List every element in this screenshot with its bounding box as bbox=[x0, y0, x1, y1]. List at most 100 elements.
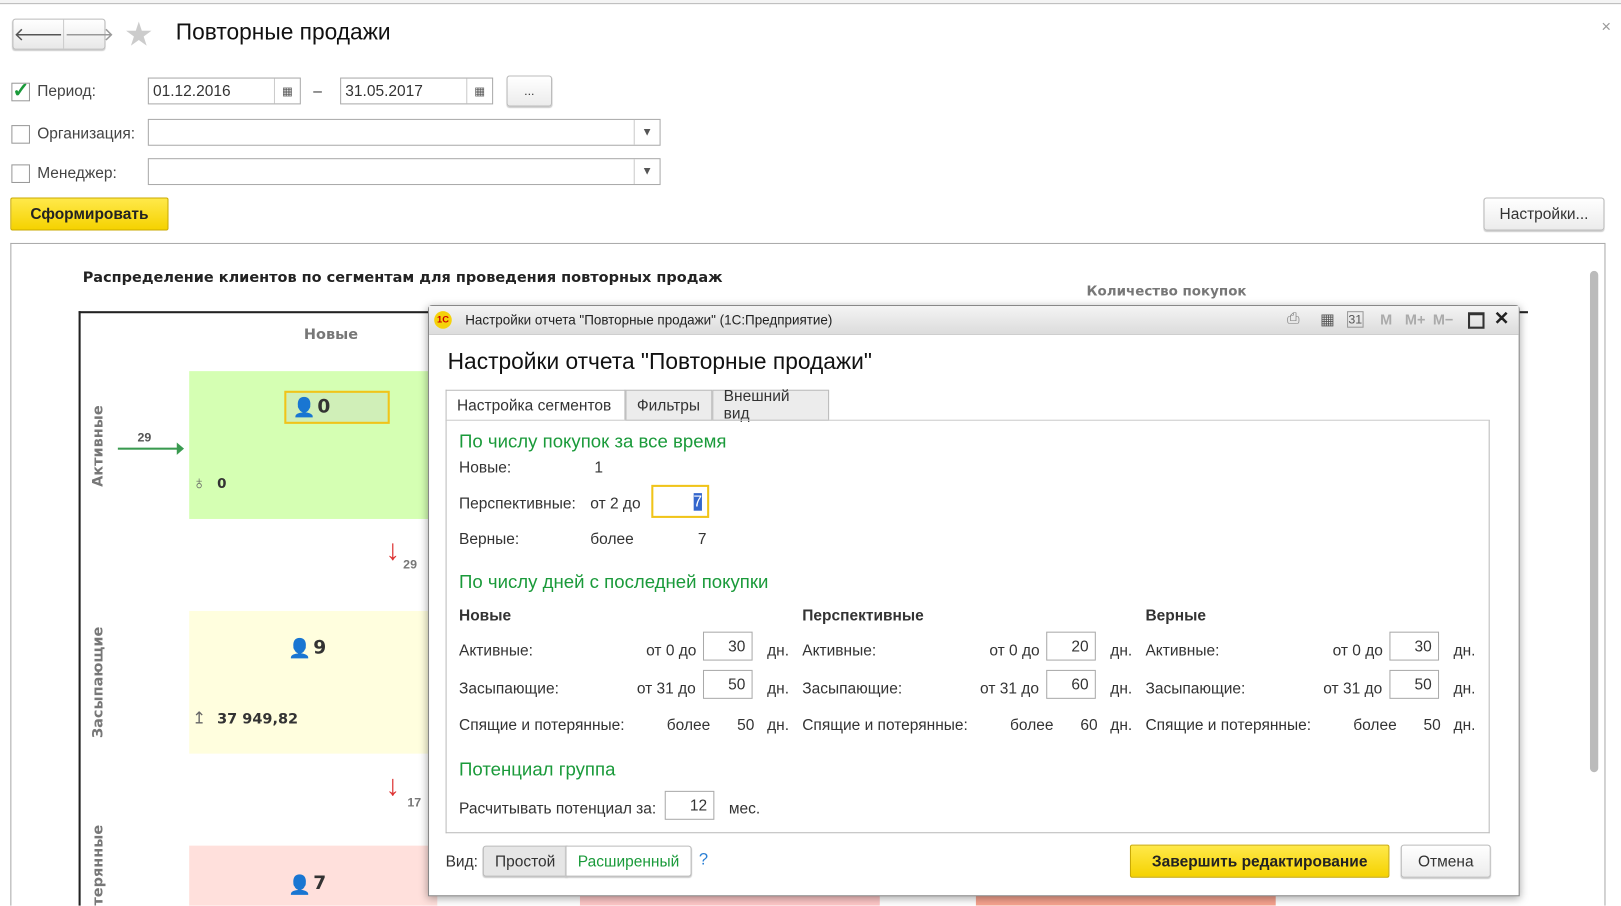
sleeping-clients-count: 9 bbox=[313, 636, 327, 659]
close-icon[interactable]: ✕ bbox=[1494, 308, 1510, 330]
active-from: от 0 до bbox=[1332, 641, 1383, 660]
chevron-down-icon[interactable]: ▼ bbox=[633, 119, 660, 145]
generate-button[interactable]: Сформировать bbox=[10, 197, 169, 231]
dialog-titlebar: 1С Настройки отчета "Повторные продажи" … bbox=[429, 306, 1519, 335]
sleep-from: от 31 до bbox=[980, 680, 1039, 698]
unit: дн. bbox=[767, 641, 790, 660]
view-label: Вид: bbox=[445, 852, 478, 871]
row-active-label: Активные bbox=[89, 405, 107, 487]
cancel-button[interactable]: Отмена bbox=[1400, 844, 1491, 878]
persp-input[interactable]: 7 bbox=[651, 484, 710, 518]
cell-lost-2 bbox=[579, 895, 880, 906]
persp-label: Перспективные: bbox=[459, 495, 576, 513]
view-extended-button[interactable]: Расширенный bbox=[565, 845, 692, 877]
view-simple-button[interactable]: Простой bbox=[482, 845, 568, 877]
new-label: Новые: bbox=[459, 459, 512, 477]
cell-new-lost[interactable]: 👤 7 bbox=[189, 845, 438, 906]
person-icon: 👤 bbox=[292, 396, 316, 418]
purchases-count-label: Количество покупок bbox=[1086, 284, 1247, 300]
row-sleeping-label: Засыпающие bbox=[89, 626, 107, 739]
favorite-star-icon[interactable]: ★ bbox=[124, 14, 154, 53]
help-icon[interactable]: ? bbox=[699, 851, 708, 870]
potential-unit: мес. bbox=[728, 800, 761, 818]
active-input[interactable]: 30 bbox=[702, 631, 753, 661]
tab-filters[interactable]: Фильтры bbox=[625, 389, 713, 421]
lost-label: Спящие и потерянные: bbox=[459, 716, 625, 734]
close-icon[interactable]: × bbox=[1601, 19, 1611, 38]
by-count-title: По числу покупок за все время bbox=[459, 431, 727, 452]
cell-new-active[interactable]: 👤 0 ♁ 0 bbox=[189, 371, 438, 519]
cell-new-sleeping[interactable]: 👤 9 ↥ 37 949,82 bbox=[189, 610, 438, 754]
active-label: Активные: bbox=[802, 641, 877, 660]
arrow-down-value-2: 17 bbox=[407, 794, 422, 810]
period-more-button[interactable]: ... bbox=[506, 75, 553, 107]
cell-lost-3 bbox=[975, 895, 1276, 906]
unit: дн. bbox=[767, 680, 790, 698]
manager-select[interactable]: ▼ bbox=[147, 158, 661, 186]
loyal-value: 7 bbox=[697, 530, 707, 548]
memory-minus-button[interactable]: M− bbox=[1433, 311, 1454, 328]
settings-dialog: 1С Настройки отчета "Повторные продажи" … bbox=[427, 304, 1520, 897]
period-from-input[interactable]: 01.12.2016 ▦ bbox=[147, 77, 301, 105]
unit: дн. bbox=[1110, 641, 1133, 660]
dialog-window-title: Настройки отчета "Повторные продажи" (1С… bbox=[465, 312, 833, 328]
row-lost-label: терянные bbox=[89, 824, 107, 906]
arrow-up-icon: ↥ bbox=[192, 710, 207, 728]
dialog-heading: Настройки отчета "Повторные продажи" bbox=[447, 348, 872, 375]
active-input[interactable]: 30 bbox=[1389, 631, 1440, 661]
active-input[interactable]: 20 bbox=[1046, 631, 1096, 661]
calendar-icon[interactable]: 31 bbox=[1347, 311, 1364, 328]
sleep-input[interactable]: 60 bbox=[1046, 669, 1096, 699]
lost-more: более bbox=[1353, 716, 1397, 734]
print-icon[interactable]: ⎙ bbox=[1287, 310, 1299, 328]
active-clients-box[interactable]: 👤 0 bbox=[284, 390, 390, 424]
potential-input[interactable]: 12 bbox=[664, 790, 715, 820]
chevron-down-icon[interactable]: ▼ bbox=[633, 159, 660, 185]
calendar-icon[interactable]: ▦ bbox=[466, 78, 492, 104]
calculator-icon[interactable]: ▦ bbox=[1320, 310, 1335, 329]
scrollbar[interactable] bbox=[1589, 270, 1599, 773]
sleep-input[interactable]: 50 bbox=[1389, 669, 1440, 699]
lost-more: более bbox=[666, 716, 711, 734]
forward-button[interactable]: 🡒 bbox=[63, 19, 114, 49]
period-to-input[interactable]: 31.05.2017 ▦ bbox=[340, 77, 494, 105]
organization-checkbox[interactable] bbox=[11, 125, 30, 144]
group-name: Новые bbox=[459, 606, 512, 625]
sleep-input[interactable]: 50 bbox=[702, 669, 753, 699]
potential-label: Расчитывать потенциал за: bbox=[459, 800, 657, 818]
sleep-label: Засыпающие: bbox=[802, 680, 903, 698]
maximize-icon[interactable] bbox=[1467, 312, 1485, 329]
sleep-label: Засыпающие: bbox=[1145, 680, 1246, 698]
tab-appearance[interactable]: Внешний вид bbox=[712, 388, 830, 423]
sleeping-potential: 37 949,82 bbox=[217, 711, 299, 728]
period-from-value: 01.12.2016 bbox=[153, 82, 231, 101]
period-label: Период: bbox=[37, 82, 96, 101]
calendar-icon[interactable]: ▦ bbox=[273, 78, 300, 104]
loyal-more: более bbox=[590, 530, 634, 548]
top-strip bbox=[0, 0, 1621, 5]
page-title: Повторные продажи bbox=[175, 18, 391, 45]
memory-button[interactable]: M bbox=[1380, 311, 1392, 328]
settings-button[interactable]: Настройки... bbox=[1483, 197, 1605, 231]
finish-editing-button[interactable]: Завершить редактирование bbox=[1129, 844, 1390, 878]
unit: дн. bbox=[1453, 716, 1476, 734]
active-from: от 0 до bbox=[646, 641, 697, 660]
period-to-value: 31.05.2017 bbox=[345, 82, 423, 101]
manager-checkbox[interactable] bbox=[11, 164, 30, 183]
nav-buttons: 🡐 🡒 bbox=[12, 18, 114, 50]
group-name: Перспективные bbox=[802, 606, 924, 625]
tab-panel: По числу покупок за все время Новые: 1 П… bbox=[445, 419, 1490, 834]
money-bag-icon: ♁ bbox=[192, 472, 207, 494]
sleep-from: от 31 до bbox=[1323, 680, 1383, 698]
active-label: Активные: bbox=[1145, 641, 1220, 660]
period-checkbox[interactable]: ✓ bbox=[11, 81, 30, 101]
memory-plus-button[interactable]: M+ bbox=[1405, 311, 1426, 328]
organization-select[interactable]: ▼ bbox=[147, 118, 661, 146]
person-icon: 👤 bbox=[288, 637, 312, 659]
lost-label: Спящие и потерянные: bbox=[1145, 716, 1312, 734]
arrow-down-icon: ↓ bbox=[385, 769, 401, 802]
persp-from: от 2 до bbox=[590, 495, 641, 513]
tab-segments[interactable]: Настройка сегментов bbox=[445, 389, 626, 421]
back-button[interactable]: 🡐 bbox=[13, 20, 63, 49]
period-dash: – bbox=[313, 82, 322, 101]
